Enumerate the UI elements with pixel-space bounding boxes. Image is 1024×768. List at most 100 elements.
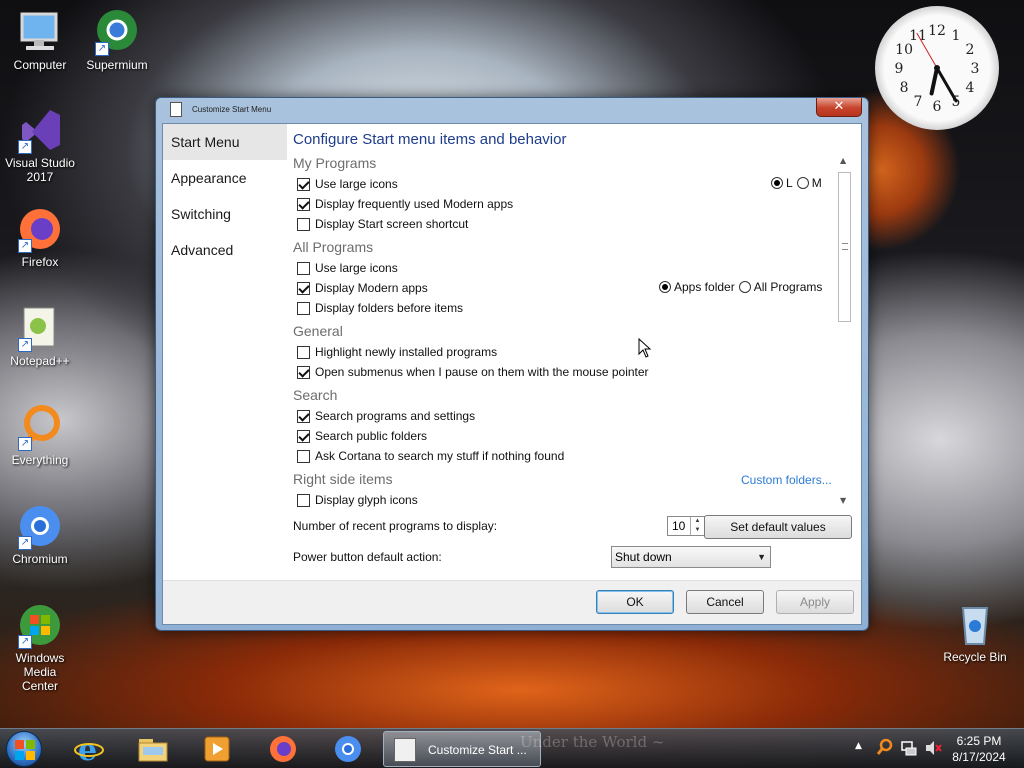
ok-button[interactable]: OK [596, 590, 674, 614]
radio-label: M [811, 176, 822, 190]
desktop-icon-computer[interactable]: Computer [0, 8, 80, 72]
desktop-icon-media-center[interactable]: ↗ Windows Media Center [0, 601, 80, 693]
section-search: Search [293, 387, 338, 403]
radio-size-l[interactable] [771, 177, 783, 189]
power-button-label: Power button default action: [293, 550, 442, 564]
volume-muted-icon[interactable] [924, 739, 942, 760]
clock-numeral: 9 [895, 61, 904, 77]
checkbox[interactable] [297, 217, 310, 231]
option-gen-highlight[interactable]: Highlight newly installed programs [297, 344, 497, 360]
recent-programs-stepper[interactable]: 10 ▲ ▼ [667, 516, 705, 536]
option-label: Use large icons [315, 177, 398, 191]
chromium-icon [335, 736, 361, 762]
select-value: Shut down [615, 550, 672, 564]
tray-date: 8/17/2024 [952, 750, 1006, 764]
scrollbar-thumb[interactable] [838, 172, 851, 322]
taskbar-file-explorer[interactable] [128, 732, 178, 766]
scroll-up-arrow-icon[interactable]: ▲ [840, 156, 846, 165]
desktop-icon-supermium[interactable]: ↗ Supermium [77, 8, 157, 72]
clock-numeral: 6 [933, 99, 942, 115]
checkbox[interactable] [297, 197, 310, 211]
desktop-icon-label: Everything [11, 453, 69, 467]
nav-start-menu[interactable]: Start Menu [163, 124, 287, 160]
desktop-icon-notepadpp[interactable]: ↗ Notepad++ [0, 304, 80, 368]
computer-icon [16, 8, 64, 56]
radio-size-m[interactable] [796, 177, 809, 189]
desktop-icon-firefox[interactable]: ↗ Firefox [0, 205, 80, 269]
folder-icon [138, 739, 168, 762]
desktop-icon-label: Firefox [21, 255, 59, 269]
custom-folders-link[interactable]: Custom folders... [741, 473, 832, 487]
power-action-select[interactable]: Shut down ▼ [611, 546, 771, 568]
dialog-title: Customize Start Menu [192, 105, 272, 114]
nav-appearance[interactable]: Appearance [163, 160, 287, 196]
dialog-titlebar[interactable]: Customize Start Menu ✕ [156, 98, 868, 122]
chevron-down-icon: ▼ [757, 552, 766, 562]
desktop-icon-label: Windows Media Center [15, 651, 65, 693]
checkbox[interactable] [297, 301, 310, 315]
option-srch-programs[interactable]: Search programs and settings [297, 408, 475, 424]
page-heading: Configure Start menu items and behavior [293, 131, 567, 148]
option-mp-modern-apps[interactable]: Display frequently used Modern apps [297, 196, 513, 212]
checkbox[interactable] [297, 493, 310, 507]
option-ap-modern-apps[interactable]: Display Modern apps [297, 280, 428, 296]
option-rs-glyph[interactable]: Display glyph icons [297, 492, 418, 508]
taskbar-internet-explorer[interactable]: e [64, 732, 114, 766]
checkbox[interactable] [297, 281, 310, 295]
mouse-cursor-icon [638, 338, 652, 358]
customize-start-icon [394, 738, 416, 762]
clock-gadget[interactable]: 121234567891011 [875, 6, 999, 130]
radio-apps-folder[interactable] [659, 281, 671, 293]
checkbox[interactable] [297, 365, 310, 379]
option-gen-submenus[interactable]: Open submenus when I pause on them with … [297, 364, 649, 380]
tray-time: 6:25 PM [956, 734, 1002, 748]
stepper-arrows-icon[interactable]: ▲ ▼ [690, 517, 704, 535]
clock-minute-hand [935, 66, 958, 103]
options-scrollbar[interactable]: ▲ ▼ [836, 154, 853, 508]
option-mp-large-icons[interactable]: Use large icons [297, 176, 398, 192]
taskbar-task-customize-start[interactable]: Customize Start ... [383, 731, 541, 767]
options-scroll-area[interactable]: My Programs Use large icons L M Display … [287, 154, 861, 512]
tray-clock[interactable]: 6:25 PM 8/17/2024 [948, 733, 1010, 765]
task-label: Customize Start ... [428, 743, 527, 757]
option-ap-folders-first[interactable]: Display folders before items [297, 300, 463, 316]
nav-advanced[interactable]: Advanced [163, 232, 287, 268]
settings-nav: Start Menu Appearance Switching Advanced [163, 124, 287, 580]
scroll-down-arrow-icon[interactable]: ▼ [840, 496, 846, 505]
apply-button[interactable]: Apply [776, 590, 854, 614]
settings-main-panel: Configure Start menu items and behavior … [287, 124, 861, 580]
clock-numeral: 3 [971, 61, 980, 77]
clock-hour-hand [929, 66, 939, 96]
checkbox[interactable] [297, 345, 310, 359]
option-mp-start-screen[interactable]: Display Start screen shortcut [297, 216, 468, 232]
checkbox[interactable] [297, 449, 310, 463]
desktop-icon-recycle-bin[interactable]: Recycle Bin [935, 600, 1015, 664]
show-hidden-icons-chevron-icon[interactable]: ▲ [855, 741, 862, 751]
checkbox[interactable] [297, 177, 310, 191]
internet-explorer-icon: e [74, 734, 104, 764]
nav-switching[interactable]: Switching [163, 196, 287, 232]
dialog-client: Start Menu Appearance Switching Advanced… [162, 123, 862, 625]
clock-numeral: 4 [965, 80, 974, 96]
desktop-icon-visual-studio[interactable]: ↗ Visual Studio 2017 [0, 106, 80, 184]
option-srch-public[interactable]: Search public folders [297, 428, 427, 444]
network-icon[interactable] [900, 739, 918, 760]
option-srch-cortana[interactable]: Ask Cortana to search my stuff if nothin… [297, 448, 564, 464]
start-button[interactable] [6, 731, 42, 767]
taskbar-firefox[interactable] [258, 732, 308, 766]
desktop-icon-everything[interactable]: ↗ Everything [0, 403, 80, 467]
option-ap-large-icons[interactable]: Use large icons [297, 260, 398, 276]
checkbox[interactable] [297, 409, 310, 423]
desktop-icon-chromium[interactable]: ↗ Chromium [0, 502, 80, 566]
close-button[interactable]: ✕ [816, 98, 862, 117]
taskbar-chromium[interactable] [323, 732, 373, 766]
svg-text:e: e [78, 734, 97, 764]
checkbox[interactable] [297, 261, 310, 275]
cancel-button[interactable]: Cancel [686, 590, 764, 614]
media-player-icon [204, 736, 230, 762]
set-default-values-button[interactable]: Set default values [704, 515, 852, 539]
taskbar-media-player[interactable] [192, 732, 242, 766]
tray-search-icon[interactable] [876, 738, 894, 759]
checkbox[interactable] [297, 429, 310, 443]
radio-all-programs[interactable] [738, 281, 751, 293]
